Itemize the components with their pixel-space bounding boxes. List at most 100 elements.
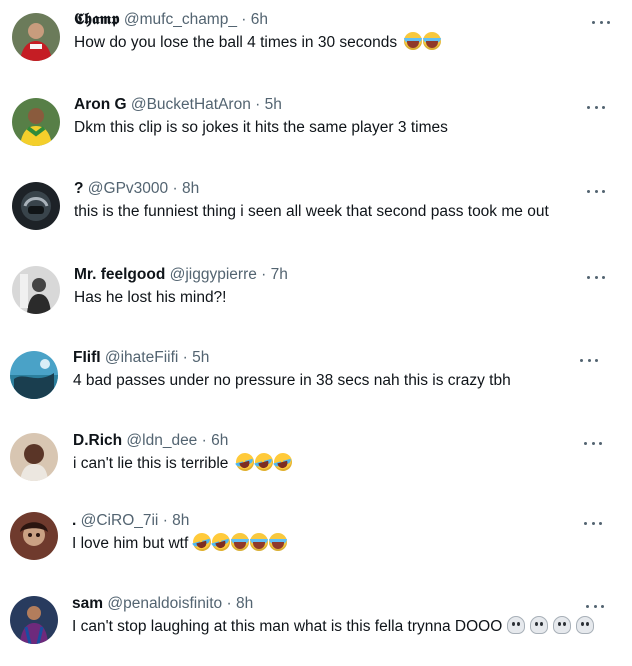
avatar-image-icon <box>10 351 58 399</box>
more-options-icon[interactable] <box>592 18 610 26</box>
reply-item[interactable]: FIifI @ihateFiifi · 5h 4 bad passes unde… <box>0 342 632 420</box>
reply-meta: Aron G @BucketHatAron · 5h <box>74 95 282 115</box>
username[interactable]: @penaldoisfinito <box>107 595 222 612</box>
reply-item[interactable]: sam @penaldoisfinito · 8h I can't stop l… <box>0 588 632 666</box>
reply-item[interactable]: ? @GPv3000 · 8h this is the funniest thi… <box>0 173 632 251</box>
skull-icon <box>506 616 525 634</box>
reply-item[interactable]: . @CiRO_7ii · 8h I love him but wtf <box>0 505 632 583</box>
more-options-icon[interactable] <box>584 519 602 527</box>
reply-meta: FIifI @ihateFiifi · 5h <box>73 348 209 368</box>
separator-dot: · <box>162 512 168 529</box>
loudly-crying-face-icon <box>423 32 442 50</box>
reply-text-content: i can't lie this is terrible <box>73 455 229 472</box>
reply-item[interactable]: Aron G @BucketHatAron · 5h Dkm this clip… <box>0 89 632 167</box>
display-name[interactable]: sam <box>72 595 103 612</box>
emoji-group <box>404 32 442 50</box>
reply-feed: 𝕮𝖍𝖆𝖒𝖕 @mufc_champ_ · 6h How do you lose … <box>0 0 632 655</box>
separator-dot: · <box>241 11 247 28</box>
timestamp[interactable]: 6h <box>211 432 228 449</box>
display-name[interactable]: . <box>72 512 76 529</box>
reply-meta: ? @GPv3000 · 8h <box>74 179 199 199</box>
reply-meta: D.Rich @ldn_dee · 6h <box>73 431 228 451</box>
avatar-image-icon <box>10 596 58 644</box>
more-options-icon[interactable] <box>584 439 602 447</box>
display-name[interactable]: D.Rich <box>73 432 122 449</box>
reply-meta: Mr. feelgood @jiggypierre · 7h <box>74 265 288 285</box>
reply-text-content: I can't stop laughing at this man what i… <box>72 618 503 635</box>
reply-text: Dkm this clip is so jokes it hits the sa… <box>74 117 448 139</box>
avatar[interactable] <box>12 266 60 314</box>
timestamp[interactable]: 7h <box>271 266 288 283</box>
username[interactable]: @GPv3000 <box>88 180 168 197</box>
avatar[interactable] <box>10 596 58 644</box>
skull-icon <box>552 616 571 634</box>
avatar-image-icon <box>12 13 60 61</box>
avatar[interactable] <box>10 433 58 481</box>
reply-item[interactable]: D.Rich @ldn_dee · 6h i can't lie this is… <box>0 424 632 502</box>
loudly-crying-face-icon <box>230 533 249 551</box>
avatar-image-icon <box>12 266 60 314</box>
rolling-on-the-floor-laughing-icon <box>255 453 273 471</box>
separator-dot: · <box>172 180 178 197</box>
display-name[interactable]: 𝕮𝖍𝖆𝖒𝖕 <box>74 11 120 28</box>
more-options-icon[interactable] <box>587 273 605 281</box>
avatar-image-icon <box>12 182 60 230</box>
reply-item[interactable]: Mr. feelgood @jiggypierre · 7h Has he lo… <box>0 257 632 335</box>
loudly-crying-face-icon <box>249 533 268 551</box>
display-name[interactable]: Mr. feelgood <box>74 266 165 283</box>
username[interactable]: @BucketHatAron <box>131 96 251 113</box>
avatar[interactable] <box>12 182 60 230</box>
avatar[interactable] <box>12 98 60 146</box>
display-name[interactable]: Aron G <box>74 96 127 113</box>
reply-text: I love him but wtf <box>72 533 287 555</box>
more-options-icon[interactable] <box>586 602 604 610</box>
timestamp[interactable]: 8h <box>172 512 189 529</box>
skull-icon <box>529 616 548 634</box>
reply-meta: 𝕮𝖍𝖆𝖒𝖕 @mufc_champ_ · 6h <box>74 10 268 30</box>
separator-dot: · <box>201 432 207 449</box>
reply-meta: . @CiRO_7ii · 8h <box>72 511 189 531</box>
rolling-on-the-floor-laughing-icon <box>274 453 292 471</box>
username[interactable]: @mufc_champ_ <box>124 11 237 28</box>
reply-item[interactable]: 𝕮𝖍𝖆𝖒𝖕 @mufc_champ_ · 6h How do you lose … <box>0 4 632 82</box>
avatar-image-icon <box>10 512 58 560</box>
display-name[interactable]: FIifI <box>73 349 101 366</box>
display-name[interactable]: ? <box>74 180 83 197</box>
avatar-image-icon <box>10 433 58 481</box>
reply-text-content: Has he lost his mind?! <box>74 289 227 306</box>
timestamp[interactable]: 8h <box>182 180 199 197</box>
reply-text: i can't lie this is terrible <box>73 453 292 475</box>
reply-text-content: Dkm this clip is so jokes it hits the sa… <box>74 119 448 136</box>
reply-meta: sam @penaldoisfinito · 8h <box>72 594 253 614</box>
username[interactable]: @ihateFiifi <box>105 349 178 366</box>
separator-dot: · <box>182 349 188 366</box>
more-options-icon[interactable] <box>580 356 598 364</box>
separator-dot: · <box>261 266 267 283</box>
username[interactable]: @jiggypierre <box>170 266 257 283</box>
separator-dot: · <box>226 595 232 612</box>
reply-text: I can't stop laughing at this man what i… <box>72 616 594 638</box>
reply-text-content: this is the funniest thing i seen all we… <box>74 203 549 220</box>
reply-text-content: How do you lose the ball 4 times in 30 s… <box>74 34 398 51</box>
timestamp[interactable]: 8h <box>236 595 253 612</box>
avatar[interactable] <box>10 351 58 399</box>
face-with-tears-of-joy-icon <box>212 533 230 551</box>
timestamp[interactable]: 6h <box>251 11 268 28</box>
reply-text: Has he lost his mind?! <box>74 287 227 309</box>
avatar[interactable] <box>10 512 58 560</box>
reply-text-content: I love him but wtf <box>72 535 189 552</box>
username[interactable]: @CiRO_7ii <box>81 512 159 529</box>
more-options-icon[interactable] <box>587 103 605 111</box>
timestamp[interactable]: 5h <box>265 96 282 113</box>
avatar[interactable] <box>12 13 60 61</box>
emoji-group <box>506 616 594 634</box>
reply-text: How do you lose the ball 4 times in 30 s… <box>74 32 442 54</box>
face-with-tears-of-joy-icon <box>193 533 211 551</box>
reply-text: 4 bad passes under no pressure in 38 sec… <box>73 370 511 392</box>
username[interactable]: @ldn_dee <box>126 432 197 449</box>
timestamp[interactable]: 5h <box>192 349 209 366</box>
emoji-group <box>193 533 287 551</box>
skull-icon <box>575 616 594 634</box>
avatar-image-icon <box>12 98 60 146</box>
more-options-icon[interactable] <box>587 187 605 195</box>
